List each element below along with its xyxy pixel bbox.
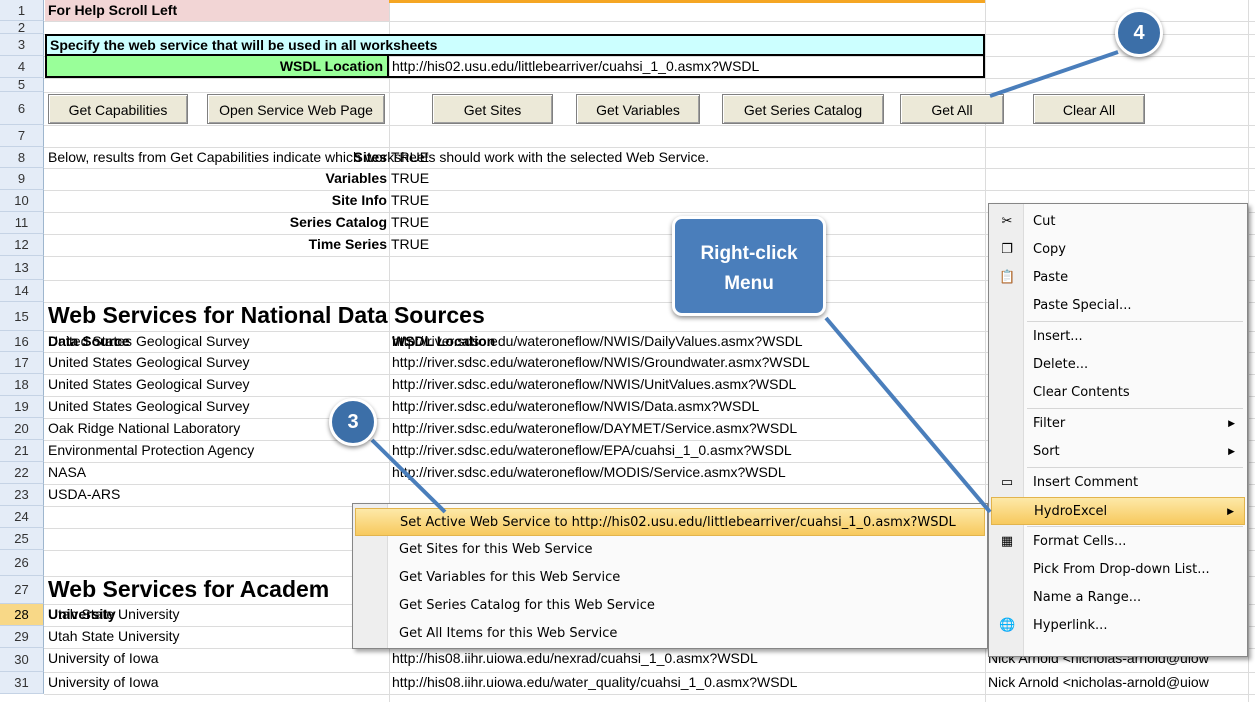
arrow-to-get-all: [989, 50, 1119, 98]
arrow-to-submenu: [370, 438, 447, 514]
step-3-badge: 3: [329, 398, 377, 446]
annotation-arrows: [370, 50, 1119, 514]
step-4-badge: 4: [1115, 9, 1163, 57]
arrow-to-hydroexcel: [824, 316, 992, 514]
spreadsheet: 1 2 3 4 5 6 7 8 9 10 11 12 13 14 15 16 17 18 19 20 21 22 23 24 2…: [0, 0, 1255, 702]
right-click-menu-callout: Right-click Menu: [672, 216, 826, 316]
